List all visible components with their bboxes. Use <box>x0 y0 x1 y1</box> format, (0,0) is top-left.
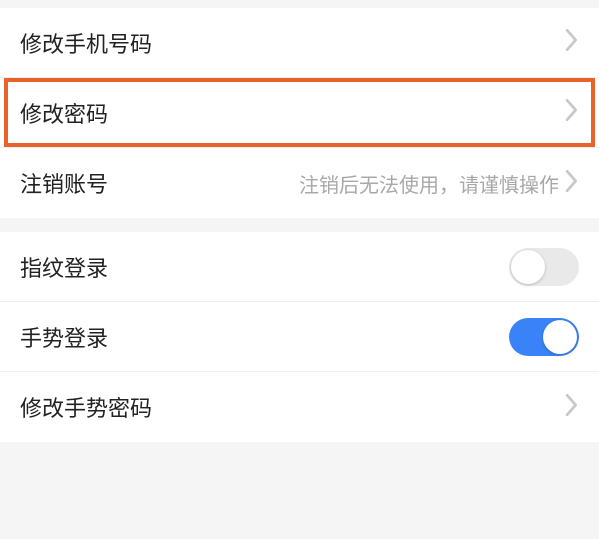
chevron-right-icon <box>565 394 579 421</box>
item-right <box>565 394 579 421</box>
gesture-login-item: 手势登录 <box>0 302 599 372</box>
change-password-item[interactable]: 修改密码 <box>0 78 599 148</box>
account-section: 修改手机号码 修改密码 注销账号 注销后无法使用，请谨慎操作 <box>0 8 599 218</box>
toggle-knob <box>511 250 545 284</box>
login-section: 指纹登录 手势登录 修改手势密码 <box>0 232 599 442</box>
section-divider <box>0 442 599 456</box>
gesture-toggle[interactable] <box>509 318 579 356</box>
item-label: 修改手机号码 <box>20 27 152 59</box>
item-right <box>565 29 579 56</box>
section-divider <box>0 218 599 232</box>
chevron-right-icon <box>565 99 579 126</box>
delete-account-item[interactable]: 注销账号 注销后无法使用，请谨慎操作 <box>0 148 599 218</box>
toggle-knob <box>543 320 577 354</box>
chevron-right-icon <box>565 170 579 197</box>
item-label: 指纹登录 <box>20 251 108 283</box>
change-phone-item[interactable]: 修改手机号码 <box>0 8 599 78</box>
chevron-right-icon <box>565 29 579 56</box>
item-hint: 注销后无法使用，请谨慎操作 <box>299 169 559 198</box>
item-label: 修改手势密码 <box>20 391 152 423</box>
item-right <box>565 99 579 126</box>
fingerprint-toggle[interactable] <box>509 248 579 286</box>
item-right: 注销后无法使用，请谨慎操作 <box>299 169 579 198</box>
item-label: 手势登录 <box>20 321 108 353</box>
fingerprint-login-item: 指纹登录 <box>0 232 599 302</box>
item-label: 注销账号 <box>20 167 108 199</box>
change-gesture-password-item[interactable]: 修改手势密码 <box>0 372 599 442</box>
item-label: 修改密码 <box>20 97 108 129</box>
